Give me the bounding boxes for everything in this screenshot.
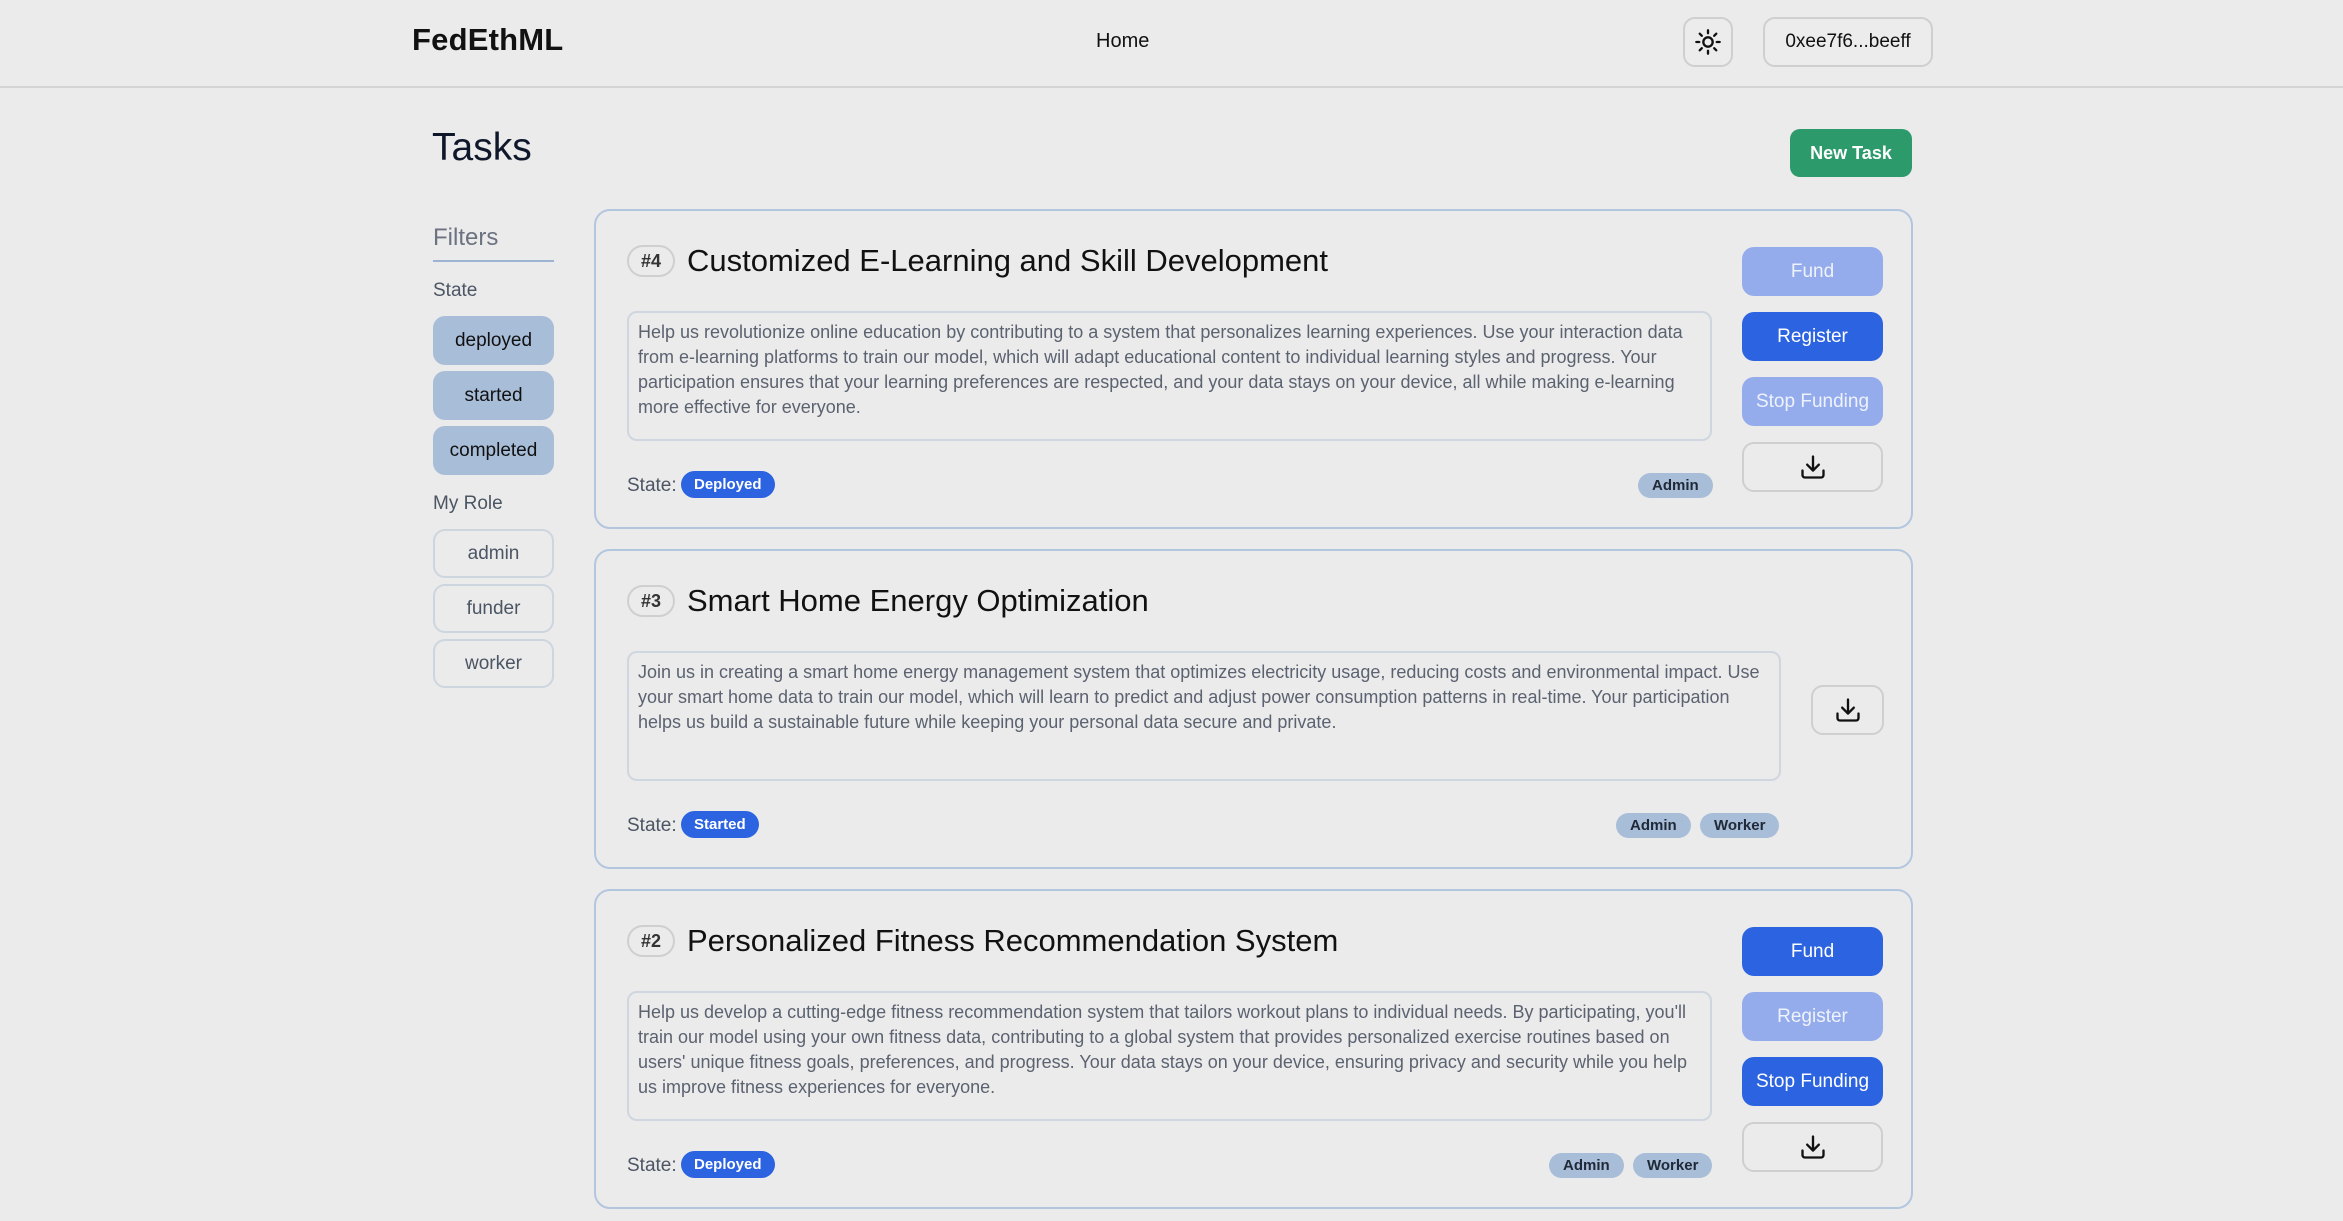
task-id-badge: #4 <box>627 245 675 277</box>
filter-chip-worker[interactable]: worker <box>433 639 554 688</box>
top-navbar: FedEthML Home 0xee7f6...beeff <box>0 0 2343 88</box>
state-label: State: <box>627 475 677 496</box>
role-badge-admin: Admin <box>1549 1153 1624 1178</box>
download-icon <box>1835 698 1860 722</box>
download-button[interactable] <box>1742 442 1883 492</box>
download-button[interactable] <box>1742 1122 1883 1172</box>
task-card[interactable]: #4 Customized E-Learning and Skill Devel… <box>594 209 1913 529</box>
task-description: Help us develop a cutting-edge fitness r… <box>627 991 1712 1121</box>
fund-button[interactable]: Fund <box>1742 247 1883 296</box>
state-badge: Deployed <box>681 1151 775 1178</box>
role-badge-worker: Worker <box>1700 813 1780 838</box>
sun-icon <box>1695 29 1721 55</box>
nav-link-home[interactable]: Home <box>1096 30 1149 53</box>
state-filter-label: State <box>433 280 478 301</box>
task-description: Help us revolutionize online education b… <box>627 311 1712 441</box>
task-card[interactable]: #3 Smart Home Energy Optimization Join u… <box>594 549 1913 869</box>
role-badge-worker: Worker <box>1633 1153 1713 1178</box>
page-title: Tasks <box>432 126 532 169</box>
role-badge-admin: Admin <box>1638 473 1713 498</box>
filter-chip-started[interactable]: started <box>433 371 554 420</box>
filters-heading: Filters <box>433 224 499 251</box>
fund-button[interactable]: Fund <box>1742 927 1883 976</box>
task-title[interactable]: Personalized Fitness Recommendation Syst… <box>687 923 1338 959</box>
task-card[interactable]: #2 Personalized Fitness Recommendation S… <box>594 889 1913 1209</box>
task-title[interactable]: Customized E-Learning and Skill Developm… <box>687 243 1328 279</box>
task-id-badge: #2 <box>627 925 675 957</box>
state-badge: Deployed <box>681 471 775 498</box>
new-task-button[interactable]: New Task <box>1790 129 1912 177</box>
task-description: Join us in creating a smart home energy … <box>627 651 1781 781</box>
filter-chip-funder[interactable]: funder <box>433 584 554 633</box>
filter-chip-completed[interactable]: completed <box>433 426 554 475</box>
state-badge: Started <box>681 811 759 838</box>
filters-divider <box>433 260 554 262</box>
role-filter-label: My Role <box>433 493 503 514</box>
theme-toggle-button[interactable] <box>1683 17 1733 67</box>
brand-logo-text[interactable]: FedEthML <box>412 22 563 58</box>
task-id-badge: #3 <box>627 585 675 617</box>
role-badge-admin: Admin <box>1616 813 1691 838</box>
state-label: State: <box>627 815 677 836</box>
filter-chip-deployed[interactable]: deployed <box>433 316 554 365</box>
stop-funding-button[interactable]: Stop Funding <box>1742 1057 1883 1106</box>
register-button[interactable]: Register <box>1742 992 1883 1041</box>
stop-funding-button[interactable]: Stop Funding <box>1742 377 1883 426</box>
task-title[interactable]: Smart Home Energy Optimization <box>687 583 1149 619</box>
wallet-address-button[interactable]: 0xee7f6...beeff <box>1763 17 1933 67</box>
download-button[interactable] <box>1811 685 1884 735</box>
register-button[interactable]: Register <box>1742 312 1883 361</box>
download-icon <box>1800 1135 1825 1159</box>
download-icon <box>1800 455 1825 479</box>
state-label: State: <box>627 1155 677 1176</box>
filter-chip-admin[interactable]: admin <box>433 529 554 578</box>
